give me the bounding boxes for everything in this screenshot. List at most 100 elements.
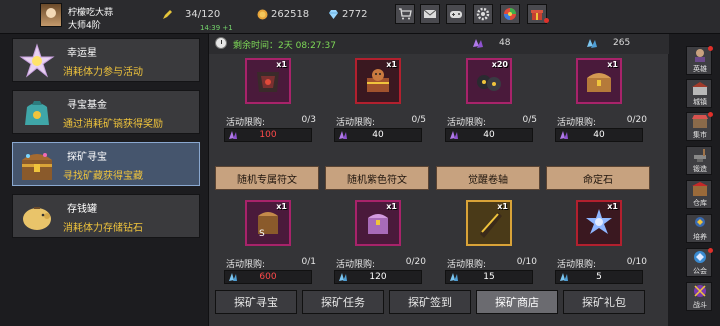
stamina-timer: 14:39 +1 — [200, 24, 233, 32]
price-button[interactable]: 600 — [224, 270, 312, 284]
tab-mining-treasure[interactable]: 探矿寻宝 — [215, 290, 297, 314]
shop-item-card[interactable]: x1 活动限购: 0/3 100 — [218, 58, 318, 170]
stamina-counter[interactable]: 34/120 — [162, 9, 220, 20]
guild-icon — [694, 251, 706, 263]
purple-crystal-count: 48 — [499, 38, 511, 48]
menu-desc: 消耗体力存储钻石 — [63, 223, 143, 234]
item-price: 5 — [596, 272, 602, 282]
sidebar-warehouse[interactable]: 仓库 — [686, 180, 712, 209]
price-button[interactable]: 40 — [445, 128, 533, 142]
item-quantity: x1 — [497, 202, 508, 211]
hero-notification-dot — [708, 46, 713, 51]
menu-item-lucky-star[interactable]: 幸运星 消耗体力参与活动 — [12, 38, 200, 82]
mining-shop-panel: 剩余时间：2天 08:27:37 48 265 x1 活动限购: 0/3 100 … — [208, 34, 669, 326]
mail-button[interactable] — [420, 4, 440, 24]
gift-notification-dot — [544, 18, 549, 23]
item-price: 120 — [369, 272, 387, 282]
activity-menu: 幸运星 消耗体力参与活动 寻宝基金 通过消耗矿镐获得奖励 探矿寻宝 寻找矿藏获得… — [10, 36, 206, 326]
menu-item-treasure-fund[interactable]: 寻宝基金 通过消耗矿镐获得奖励 — [12, 90, 200, 134]
item-quantity: x1 — [276, 202, 287, 211]
item-frame[interactable]: x1 — [576, 200, 622, 246]
purchase-limit: 活动限购: 0/3 — [226, 115, 316, 128]
price-button[interactable]: 120 — [334, 270, 422, 284]
stamina-value: 34/120 — [185, 9, 221, 20]
price-button[interactable]: 15 — [445, 270, 533, 284]
piggy-bank-icon — [23, 207, 51, 230]
battle-icon — [694, 285, 706, 297]
purple-crystal-icon — [339, 131, 347, 139]
gold-value: 262518 — [271, 9, 310, 20]
player-avatar[interactable] — [40, 3, 62, 27]
gold-counter[interactable]: 262518 — [257, 9, 309, 20]
tab-mining-tasks[interactable]: 探矿任务 — [302, 290, 384, 314]
blue-crystal-icon — [229, 273, 237, 281]
forge-icon — [694, 149, 706, 162]
item-frame[interactable]: S x1 — [245, 200, 291, 246]
top-bar: 柠檬吃大蒜 大师4阶 34/120 14:39 +1 262518 2772 — [0, 0, 720, 34]
purple-crystal-counter: 48 — [471, 37, 510, 49]
clock-icon — [215, 37, 227, 49]
item-quantity: x1 — [276, 60, 287, 69]
market-icon — [692, 115, 708, 128]
purchase-limit: 活动限购: 0/5 — [336, 115, 426, 128]
settings-button[interactable] — [473, 4, 493, 24]
item-quantity: x1 — [607, 202, 618, 211]
gift-icon — [531, 10, 543, 20]
lucky-star-icon — [19, 43, 55, 78]
gamepad-icon — [450, 11, 462, 18]
dark-armor-icon — [257, 72, 279, 92]
shop-item-card[interactable]: x1 活动限购: 0/5 40 — [328, 58, 428, 170]
blue-crystal-icon — [587, 39, 597, 48]
sidebar-battle[interactable]: 战斗 — [686, 282, 712, 311]
menu-title: 探矿寻宝 — [67, 152, 107, 163]
item-price: 600 — [259, 272, 277, 282]
shop-button[interactable] — [395, 4, 415, 24]
purchase-limit: 活动限购: 0/10 — [557, 257, 647, 270]
svg-text:S: S — [259, 229, 265, 239]
sidebar-town[interactable]: 城镇 — [686, 79, 712, 108]
sidebar-forge[interactable]: 锻造 — [686, 146, 712, 175]
price-button[interactable]: 40 — [555, 128, 643, 142]
treasure-fund-icon — [25, 101, 49, 125]
price-button[interactable]: 5 — [555, 270, 643, 284]
item-frame[interactable]: x20 — [466, 58, 512, 104]
tab-mining-gift[interactable]: 探矿礼包 — [563, 290, 645, 314]
menu-title: 存钱罐 — [67, 204, 97, 215]
item-frame[interactable]: x1 — [576, 58, 622, 104]
game-button[interactable] — [446, 4, 466, 24]
item-frame[interactable]: x1 — [245, 58, 291, 104]
diamond-icon — [329, 10, 338, 19]
purple-crystal-icon — [473, 39, 483, 48]
gear-icon — [476, 7, 490, 21]
shop-item-card[interactable]: x1 活动限购: 0/20 40 — [549, 58, 649, 170]
gold-chest-icon — [587, 73, 611, 92]
item-frame[interactable]: x1 — [466, 200, 512, 246]
blue-crystal-count: 265 — [613, 38, 631, 48]
purple-crystal-icon — [229, 131, 237, 139]
menu-item-mining-treasure[interactable]: 探矿寻宝 寻找矿藏获得宝藏 — [12, 142, 200, 186]
item-frame[interactable]: x1 — [355, 58, 401, 104]
menu-desc: 消耗体力参与活动 — [63, 67, 143, 78]
warehouse-icon — [692, 182, 708, 196]
price-button[interactable]: 100 — [224, 128, 312, 142]
purple-crystal-icon — [560, 131, 568, 139]
purchase-limit: 活动限购: 0/20 — [557, 115, 647, 128]
diamond-value: 2772 — [342, 9, 368, 20]
diamond-counter[interactable]: 2772 — [328, 9, 367, 20]
train-icon — [695, 217, 705, 227]
player-name: 柠檬吃大蒜 — [68, 8, 114, 18]
sidebar-train[interactable]: 培养 — [686, 214, 712, 243]
tab-mining-checkin[interactable]: 探矿签到 — [389, 290, 471, 314]
tab-mining-shop[interactable]: 探矿商店 — [476, 290, 558, 314]
wheel-button[interactable] — [500, 4, 520, 24]
blue-crystal-icon — [450, 273, 458, 281]
item-name-banner: 命定石 — [546, 166, 650, 190]
price-button[interactable]: 40 — [334, 128, 422, 142]
shop-item-card[interactable]: x20 活动限购: 0/5 40 — [439, 58, 539, 170]
purple-rune-icon — [368, 214, 388, 234]
stamina-edit-icon — [163, 10, 172, 19]
purchase-limit: 活动限购: 0/5 — [447, 115, 537, 128]
menu-item-piggy-bank[interactable]: 存钱罐 消耗体力存储钻石 — [12, 194, 200, 238]
item-frame[interactable]: x1 — [355, 200, 401, 246]
menu-title: 幸运星 — [67, 48, 97, 59]
